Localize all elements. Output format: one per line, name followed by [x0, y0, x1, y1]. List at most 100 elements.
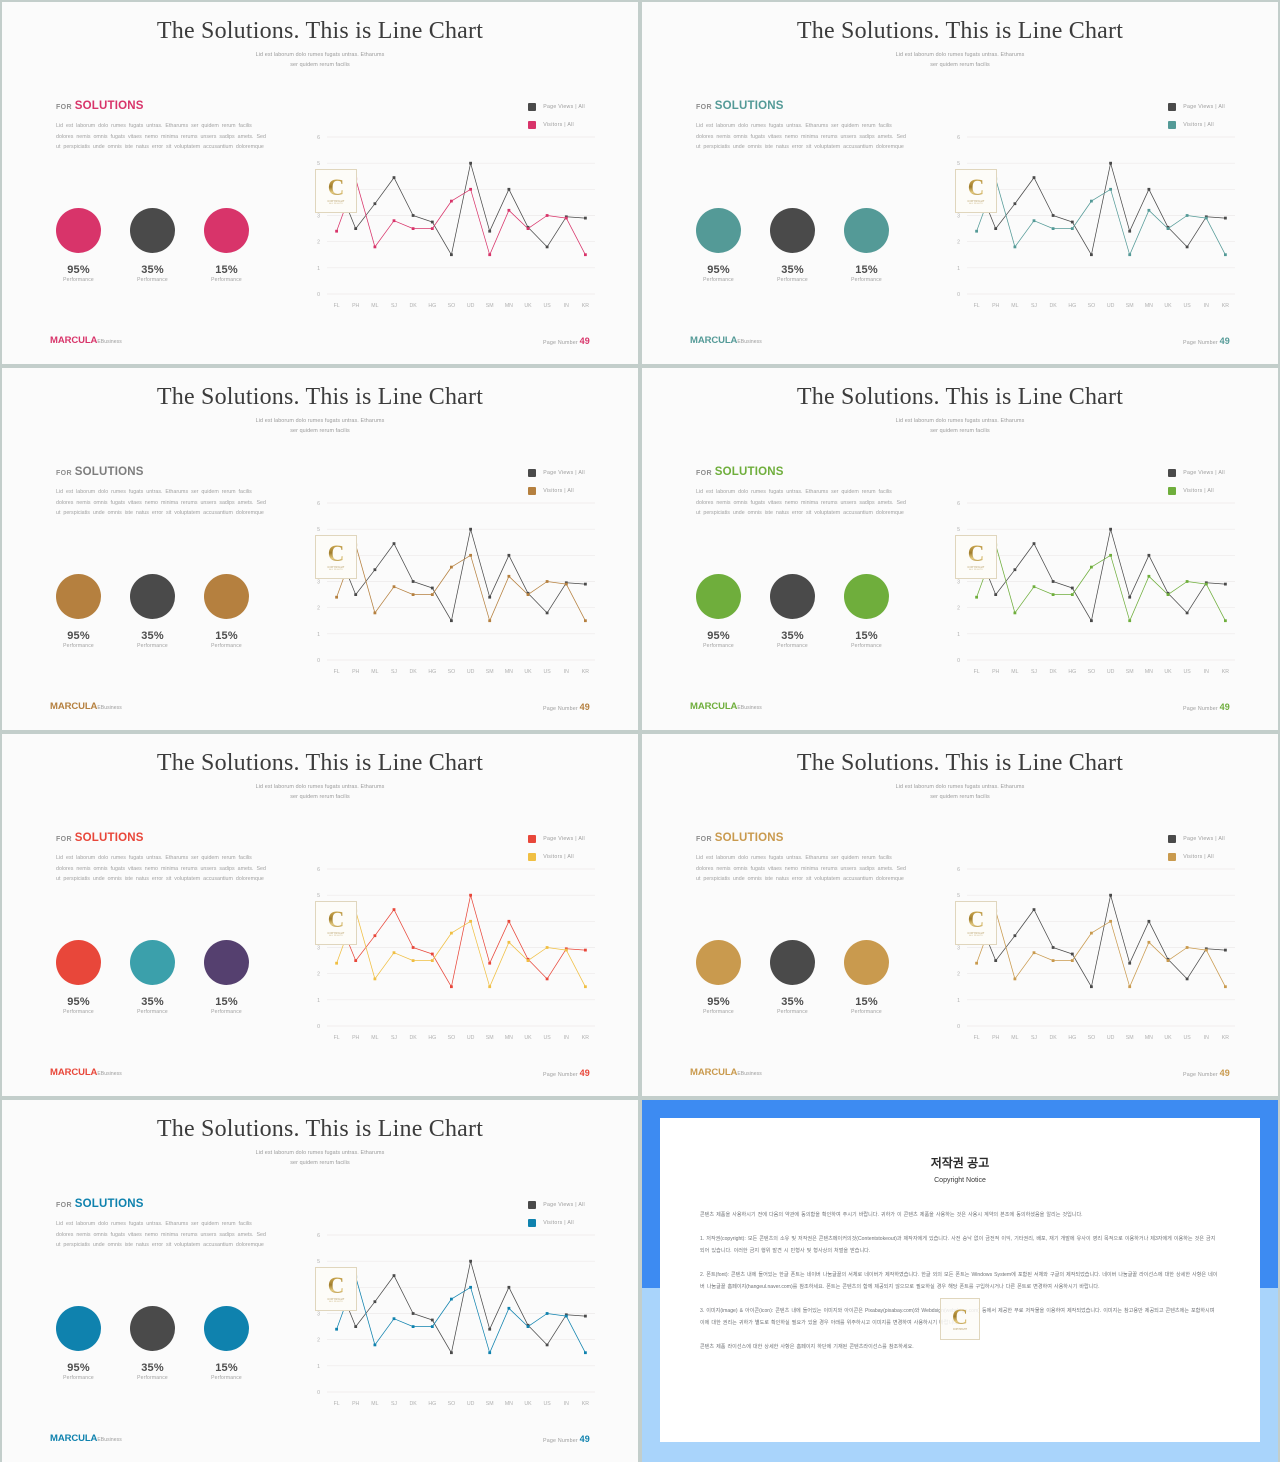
brand-logo: MARCULAEBusiness [50, 1067, 122, 1078]
section-heading-prefix: FOR [56, 470, 72, 477]
svg-text:HG: HG [428, 1035, 436, 1041]
watermark-letter: C [967, 907, 985, 933]
legend-label-visitors: Visitors | All [543, 488, 575, 494]
stat-label-1: Performance [63, 1375, 94, 1381]
line-chart[interactable]: Page Views | All Visitors | All 0123456F… [303, 469, 603, 684]
svg-text:SO: SO [448, 669, 456, 675]
stat-value-1: 95% [67, 630, 90, 642]
svg-text:SJ: SJ [391, 1035, 397, 1041]
page-number-label: Page Number [543, 1438, 578, 1444]
brand-name: MARCULA [690, 1067, 738, 1078]
presentation-slide-7[interactable]: The Solutions. This is Line Chart Lid es… [2, 1100, 638, 1462]
slide-footer: MARCULAEBusiness Page Number 49 [690, 701, 1230, 712]
line-chart[interactable]: Page Views | All Visitors | All 0123456F… [943, 103, 1243, 318]
section-heading: FOR SOLUTIONS [696, 100, 926, 112]
page-number: Page Number 49 [1183, 702, 1230, 712]
section-heading-word: SOLUTIONS [714, 832, 784, 844]
svg-text:US: US [1183, 303, 1191, 309]
slide-footer: MARCULAEBusiness Page Number 49 [690, 335, 1230, 346]
stat-item: 95% Performance [696, 208, 741, 283]
legend-entry-visitors[interactable]: Visitors | All [1168, 487, 1225, 495]
left-content-block: FOR SOLUTIONS Lid est laborum dolo rumes… [56, 1198, 286, 1251]
legend-entry-page-views[interactable]: Page Views | All [528, 835, 585, 843]
legend-entry-page-views[interactable]: Page Views | All [1168, 469, 1225, 477]
legend-label-visitors: Visitors | All [1183, 488, 1215, 494]
legend-swatch-visitors [528, 1219, 537, 1227]
legend-label-page-views: Page Views | All [1183, 104, 1225, 110]
brand-tagline: EBusiness [97, 705, 122, 711]
copyright-watermark-icon: C COPYRIGHT ALL RIGHTS [315, 1267, 357, 1311]
stat-value-3: 15% [215, 630, 238, 642]
stat-item: 95% Performance [696, 940, 741, 1015]
section-body-text: Lid est laborum dolo rumes fugats untras… [56, 489, 266, 517]
svg-text:6: 6 [957, 501, 960, 507]
svg-text:3: 3 [317, 1312, 320, 1318]
stat-item: 95% Performance [56, 208, 101, 283]
legend-entry-page-views[interactable]: Page Views | All [1168, 103, 1225, 111]
left-content-block: FOR SOLUTIONS Lid est laborum dolo rumes… [696, 100, 926, 153]
svg-text:UD: UD [467, 669, 475, 675]
brand-tagline: EBusiness [737, 705, 762, 711]
svg-text:UK: UK [1164, 303, 1172, 309]
legend-entry-visitors[interactable]: Visitors | All [1168, 853, 1225, 861]
watermark-letter: C [952, 1304, 968, 1330]
subtitle-line-1: Lid est laborum dolo rumes fugats untras… [255, 52, 385, 58]
stat-label-3: Performance [211, 643, 242, 649]
svg-text:5: 5 [317, 1259, 320, 1265]
svg-text:DK: DK [409, 303, 417, 309]
line-chart[interactable]: Page Views | All Visitors | All 0123456F… [303, 1201, 603, 1416]
line-chart[interactable]: Page Views | All Visitors | All 0123456F… [303, 835, 603, 1050]
line-chart[interactable]: Page Views | All Visitors | All 0123456F… [943, 835, 1243, 1050]
slide-deck-grid: The Solutions. This is Line Chart Lid es… [0, 0, 1280, 1462]
svg-text:5: 5 [957, 893, 960, 899]
line-chart[interactable]: Page Views | All Visitors | All 0123456F… [943, 469, 1243, 684]
brand-logo: MARCULAEBusiness [50, 701, 122, 712]
svg-text:2: 2 [957, 606, 960, 612]
svg-text:PH: PH [992, 303, 999, 309]
svg-text:UK: UK [524, 669, 532, 675]
svg-text:FL: FL [974, 669, 980, 675]
svg-text:IN: IN [564, 1401, 569, 1407]
stat-label-2: Performance [777, 643, 808, 649]
svg-text:SO: SO [1088, 669, 1096, 675]
stat-item: 35% Performance [130, 208, 175, 283]
legend-entry-page-views[interactable]: Page Views | All [1168, 835, 1225, 843]
svg-text:6: 6 [317, 501, 320, 507]
copyright-watermark-icon: C COPYRIGHT ALL RIGHTS [955, 535, 997, 579]
presentation-slide-4[interactable]: The Solutions. This is Line Chart Lid es… [642, 368, 1278, 730]
svg-text:KR: KR [582, 1401, 589, 1407]
legend-entry-page-views[interactable]: Page Views | All [528, 469, 585, 477]
line-chart[interactable]: Page Views | All Visitors | All 0123456F… [303, 103, 603, 318]
svg-text:0: 0 [957, 1024, 960, 1030]
legend-entry-page-views[interactable]: Page Views | All [528, 1201, 585, 1209]
presentation-slide-1[interactable]: The Solutions. This is Line Chart Lid es… [2, 2, 638, 364]
legend-entry-visitors[interactable]: Visitors | All [528, 853, 585, 861]
svg-text:ML: ML [371, 1401, 378, 1407]
legend-swatch-page-views [528, 835, 537, 843]
subtitle-line-1: Lid est laborum dolo rumes fugats untras… [255, 1150, 385, 1156]
stat-circle-1 [56, 574, 101, 619]
legend-swatch-page-views [528, 1201, 537, 1209]
stat-item: 15% Performance [844, 940, 889, 1015]
legend-entry-visitors[interactable]: Visitors | All [528, 1219, 585, 1227]
presentation-slide-3[interactable]: The Solutions. This is Line Chart Lid es… [2, 368, 638, 730]
svg-text:3: 3 [317, 946, 320, 952]
presentation-slide-2[interactable]: The Solutions. This is Line Chart Lid es… [642, 2, 1278, 364]
legend-entry-visitors[interactable]: Visitors | All [528, 121, 585, 129]
legend-label-visitors: Visitors | All [1183, 122, 1215, 128]
copyright-section-2: 2. 폰트(font): 콘텐츠 내에 들어있는 한글 폰트는 네이버 나눔글꼴… [700, 1272, 1218, 1290]
chart-plot-area: 0123456FLPHMLSJDKHGSOUDSMMNUKUSINKR [303, 131, 603, 318]
presentation-slide-5[interactable]: The Solutions. This is Line Chart Lid es… [2, 734, 638, 1096]
legend-entry-page-views[interactable]: Page Views | All [528, 103, 585, 111]
legend-entry-visitors[interactable]: Visitors | All [1168, 121, 1225, 129]
legend-swatch-page-views [1168, 835, 1177, 843]
brand-tagline: EBusiness [97, 339, 122, 345]
page-number: Page Number 49 [543, 336, 590, 346]
presentation-slide-6[interactable]: The Solutions. This is Line Chart Lid es… [642, 734, 1278, 1096]
legend-entry-visitors[interactable]: Visitors | All [528, 487, 585, 495]
svg-text:IN: IN [1204, 1035, 1209, 1041]
watermark-letter: C [327, 907, 345, 933]
svg-text:HG: HG [1068, 303, 1076, 309]
stat-label-3: Performance [211, 277, 242, 283]
page-number-value: 49 [579, 1068, 590, 1078]
